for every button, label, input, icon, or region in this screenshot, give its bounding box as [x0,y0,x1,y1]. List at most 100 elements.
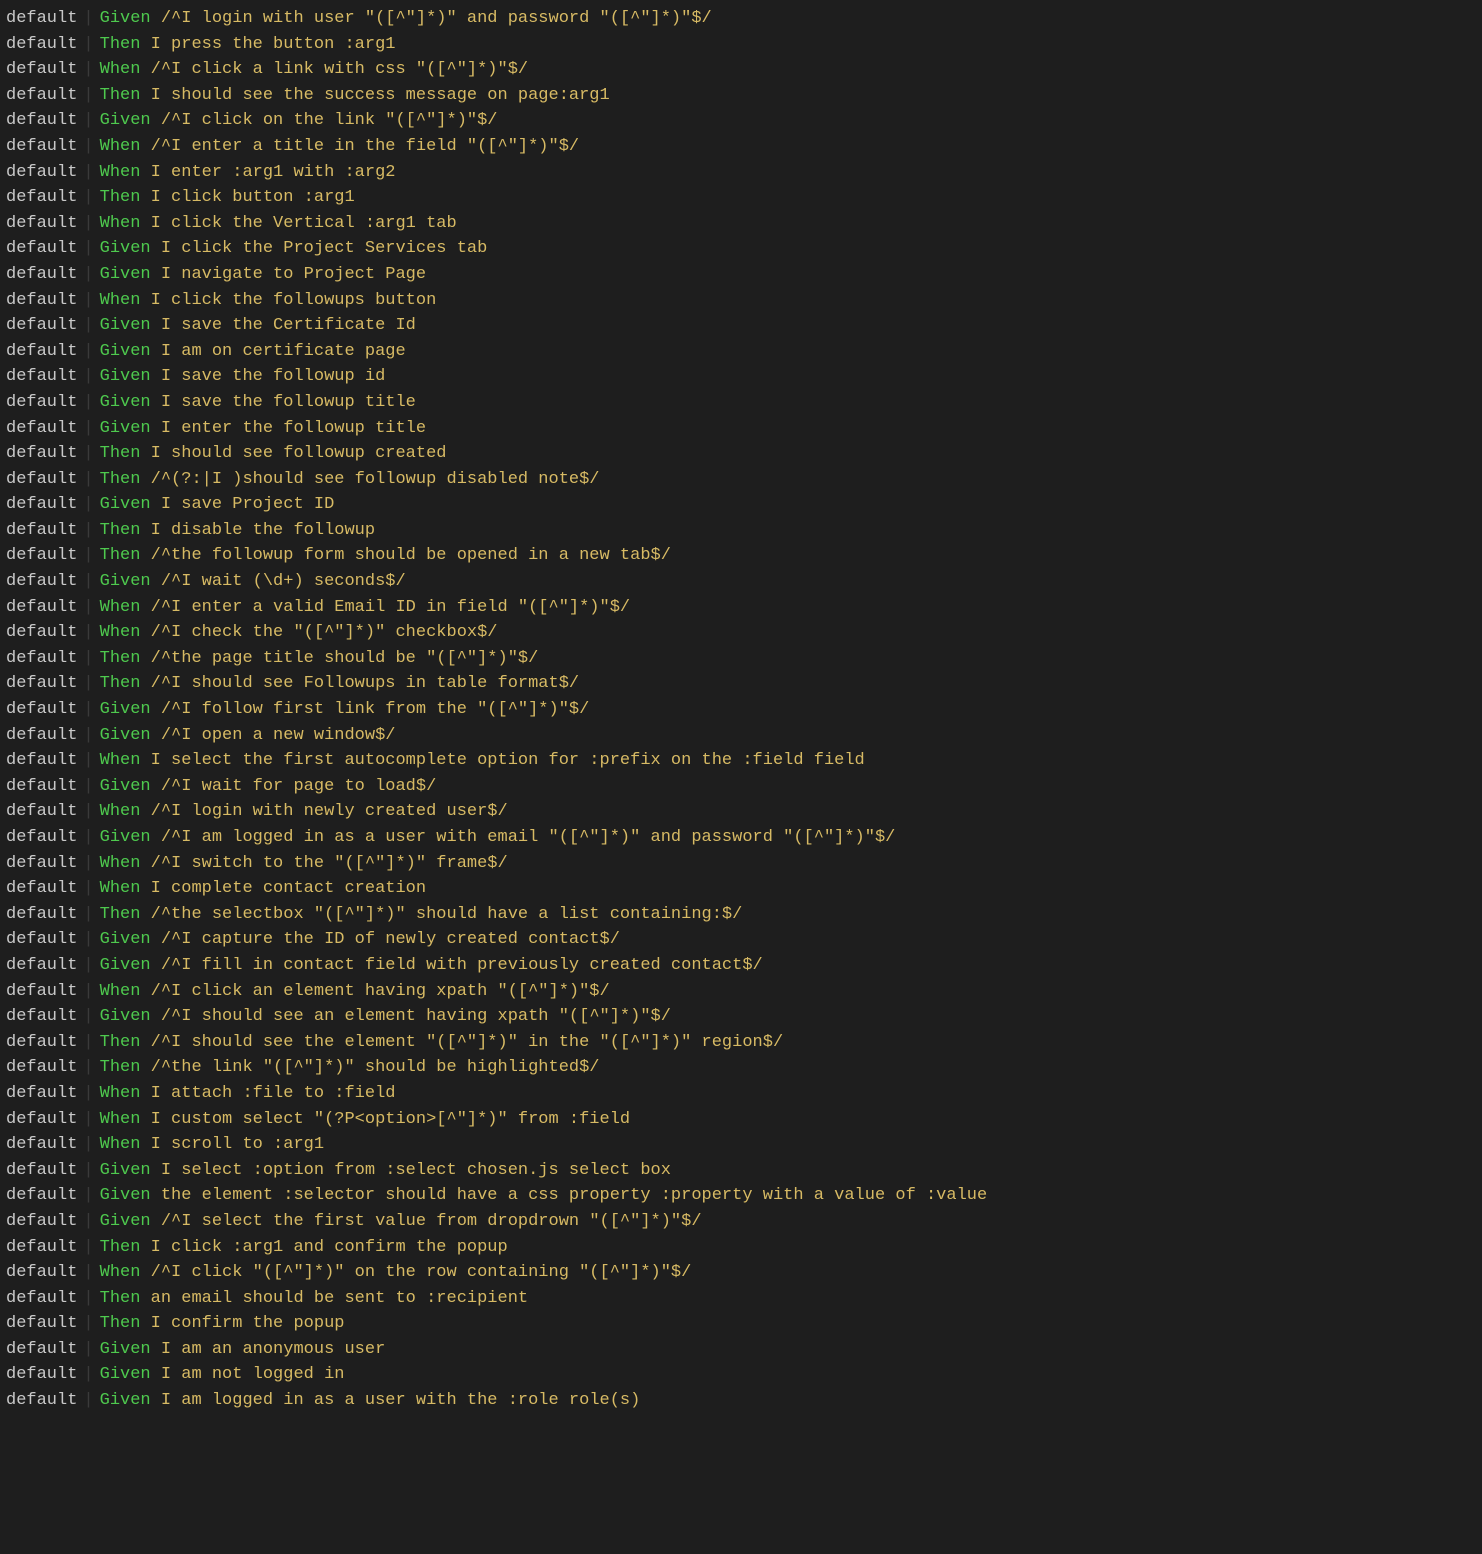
suite-name: default [6,1260,77,1286]
separator: | [77,518,99,544]
space [140,595,150,621]
separator: | [77,185,99,211]
step-row: default|Given /^I capture the ID of newl… [6,927,1476,953]
gherkin-keyword: Given [100,108,151,134]
separator: | [77,595,99,621]
space [151,262,161,288]
gherkin-keyword: Then [100,1286,141,1312]
step-text: I click button :arg1 [151,185,355,211]
separator: | [77,1388,99,1414]
gherkin-keyword: Given [100,1004,151,1030]
separator: | [77,927,99,953]
step-row: default|Given I save the followup title [6,390,1476,416]
space [151,927,161,953]
gherkin-keyword: Given [100,236,151,262]
gherkin-keyword: Given [100,1183,151,1209]
suite-name: default [6,108,77,134]
step-row: default|When /^I check the "([^"]*)" che… [6,620,1476,646]
gherkin-keyword: When [100,979,141,1005]
step-text: /^the followup form should be opened in … [151,543,671,569]
gherkin-keyword: When [100,134,141,160]
gherkin-keyword: When [100,57,141,83]
separator: | [77,236,99,262]
step-text: I attach :file to :field [151,1081,396,1107]
space [140,979,150,1005]
gherkin-keyword: Given [100,1337,151,1363]
gherkin-keyword: Then [100,185,141,211]
suite-name: default [6,1055,77,1081]
suite-name: default [6,979,77,1005]
space [151,1362,161,1388]
suite-name: default [6,1337,77,1363]
step-row: default|Then /^the page title should be … [6,646,1476,672]
step-row: default|When /^I enter a title in the fi… [6,134,1476,160]
step-text: /^I click an element having xpath "([^"]… [151,979,610,1005]
separator: | [77,160,99,186]
separator: | [77,313,99,339]
suite-name: default [6,1004,77,1030]
step-text: /^the selectbox "([^"]*)" should have a … [151,902,743,928]
step-row: default|Given /^I am logged in as a user… [6,825,1476,851]
step-text: I save the followup title [161,390,416,416]
gherkin-keyword: When [100,1107,141,1133]
space [151,339,161,365]
gherkin-keyword: When [100,851,141,877]
step-row: default|When /^I click a link with css "… [6,57,1476,83]
separator: | [77,646,99,672]
gherkin-keyword: Given [100,6,151,32]
step-row: default|Then I confirm the popup [6,1311,1476,1337]
gherkin-keyword: Given [100,1362,151,1388]
step-text: /^I enter a valid Email ID in field "([^… [151,595,630,621]
separator: | [77,32,99,58]
separator: | [77,799,99,825]
step-row: default|Then /^I should see the element … [6,1030,1476,1056]
space [140,1235,150,1261]
gherkin-keyword: Given [100,313,151,339]
space [151,1004,161,1030]
separator: | [77,876,99,902]
step-definition-list: default|Given /^I login with user "([^"]… [0,0,1482,1424]
suite-name: default [6,57,77,83]
separator: | [77,1107,99,1133]
step-text: /^I click "([^"]*)" on the row containin… [151,1260,692,1286]
separator: | [77,902,99,928]
space [151,6,161,32]
space [151,416,161,442]
separator: | [77,543,99,569]
step-row: default|Given I am an anonymous user [6,1337,1476,1363]
space [140,1311,150,1337]
step-row: default|When /^I click "([^"]*)" on the … [6,1260,1476,1286]
space [140,1081,150,1107]
gherkin-keyword: Given [100,774,151,800]
space [151,825,161,851]
separator: | [77,1337,99,1363]
space [140,646,150,672]
step-text: I save the followup id [161,364,385,390]
step-text: /^I follow first link from the "([^"]*)"… [161,697,589,723]
separator: | [77,1030,99,1056]
step-row: default|When I click the followups butto… [6,288,1476,314]
step-row: default|When I click the Vertical :arg1 … [6,211,1476,237]
step-text: /^I enter a title in the field "([^"]*)"… [151,134,579,160]
gherkin-keyword: Given [100,1388,151,1414]
gherkin-keyword: Then [100,467,141,493]
step-text: /^the page title should be "([^"]*)"$/ [151,646,539,672]
suite-name: default [6,262,77,288]
step-text: /^I switch to the "([^"]*)" frame$/ [151,851,508,877]
suite-name: default [6,1107,77,1133]
gherkin-keyword: Then [100,1311,141,1337]
separator: | [77,1209,99,1235]
step-text: I save the Certificate Id [161,313,416,339]
step-row: default|When /^I switch to the "([^"]*)"… [6,851,1476,877]
gherkin-keyword: Given [100,1209,151,1235]
step-row: default|Given /^I click on the link "([^… [6,108,1476,134]
gherkin-keyword: When [100,160,141,186]
suite-name: default [6,723,77,749]
step-row: default|When I select the first autocomp… [6,748,1476,774]
separator: | [77,1235,99,1261]
separator: | [77,979,99,1005]
separator: | [77,364,99,390]
suite-name: default [6,1311,77,1337]
suite-name: default [6,1362,77,1388]
space [140,671,150,697]
